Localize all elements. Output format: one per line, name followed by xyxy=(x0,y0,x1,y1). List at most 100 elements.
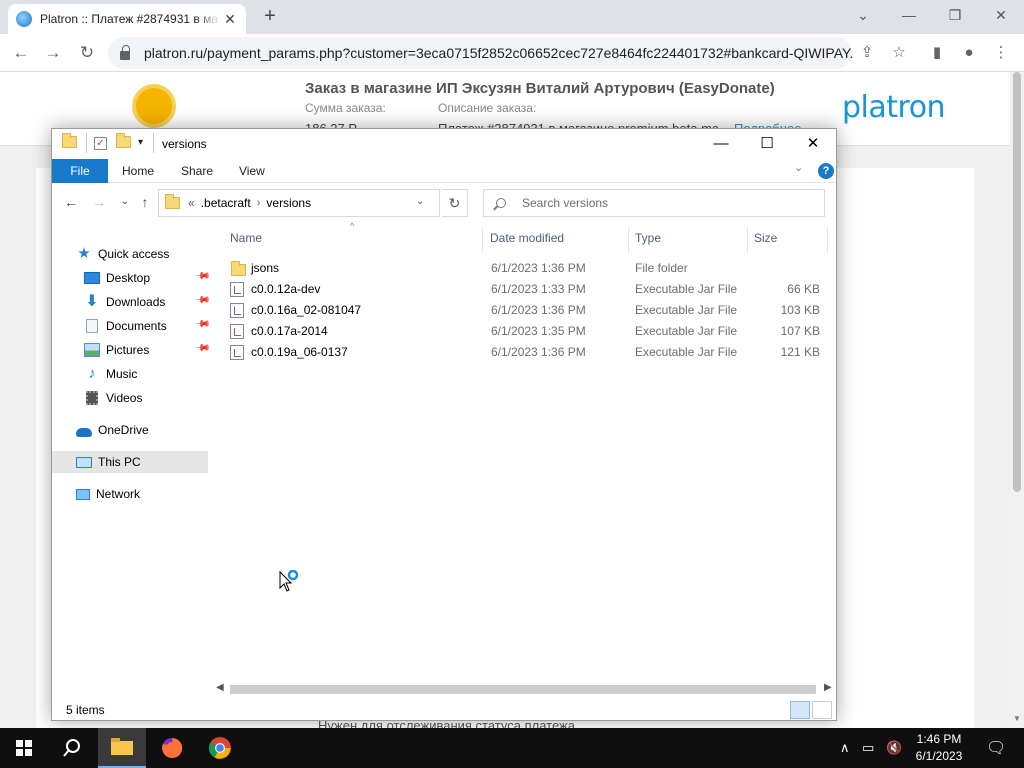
music-icon: ♪ xyxy=(88,365,96,382)
large-icons-view-icon[interactable] xyxy=(812,701,832,719)
nav-desktop[interactable]: Desktop xyxy=(84,267,150,289)
address-bar[interactable]: platron.ru/payment_params.php?customer=3… xyxy=(108,37,852,69)
column-separator[interactable] xyxy=(747,227,748,253)
tab-close-icon[interactable]: ✕ xyxy=(222,11,238,28)
nav-this-pc[interactable]: This PC xyxy=(52,451,208,473)
clock-date: 6/1/2023 xyxy=(915,749,963,763)
browser-close-button[interactable]: ✕ xyxy=(978,0,1024,30)
properties-icon[interactable]: ✓ xyxy=(94,137,107,150)
address-history-chevron-icon[interactable]: ⌄ xyxy=(416,196,424,207)
clock[interactable]: 1:46 PM 6/1/2023 xyxy=(904,731,974,765)
bookmark-star-icon[interactable]: ☆ xyxy=(886,40,912,66)
taskbar-firefox-icon[interactable] xyxy=(148,728,196,768)
scroll-left-arrow-icon[interactable]: ◀ xyxy=(216,682,224,693)
column-separator[interactable] xyxy=(628,227,629,253)
recent-locations-chevron-icon[interactable]: ⌄ xyxy=(116,193,134,211)
column-separator[interactable] xyxy=(482,227,483,253)
breadcrumb-betacraft[interactable]: .betacraft xyxy=(201,196,251,210)
scroll-down-arrow-icon[interactable]: ▼ xyxy=(1010,714,1024,723)
shop-logo-icon xyxy=(132,84,176,128)
new-folder-icon[interactable] xyxy=(116,133,131,150)
nav-pictures[interactable]: Pictures xyxy=(84,339,149,361)
network-tray-icon[interactable]: ▭ xyxy=(862,740,874,756)
menu-kebab-icon[interactable]: ⋮ xyxy=(988,40,1014,66)
search-input[interactable]: Search versions xyxy=(483,189,825,217)
up-arrow-icon[interactable]: ↑ xyxy=(136,193,154,211)
reload-icon[interactable]: ↻ xyxy=(74,40,100,66)
file-size: 107 KB xyxy=(780,324,820,338)
folder-icon xyxy=(62,133,77,150)
tab-search-button[interactable]: ⌄ xyxy=(840,0,886,30)
ribbon-tab-home[interactable]: Home xyxy=(122,159,154,183)
pin-icon[interactable]: 📌 xyxy=(194,340,211,357)
nav-music[interactable]: ♪ Music xyxy=(84,363,137,385)
forward-arrow-icon[interactable]: → xyxy=(40,40,66,66)
file-row[interactable]: c0.0.19a_06-0137 6/1/2023 1:36 PM Execut… xyxy=(224,341,824,362)
column-separator[interactable] xyxy=(827,227,828,253)
breadcrumb-overflow[interactable]: « xyxy=(188,196,195,210)
file-list: ^ Name Date modified Type Size jsons 6/1… xyxy=(224,221,836,681)
explorer-minimize-button[interactable]: — xyxy=(698,129,744,159)
ribbon-tab-share[interactable]: Share xyxy=(181,159,213,183)
column-header-name[interactable]: Name xyxy=(230,231,262,245)
explorer-back-icon[interactable]: ← xyxy=(62,193,80,211)
explorer-forward-icon[interactable]: → xyxy=(90,193,108,211)
item-count: 5 items xyxy=(66,703,105,717)
file-row[interactable]: c0.0.12a-dev 6/1/2023 1:33 PM Executable… xyxy=(224,278,824,299)
nav-label: Network xyxy=(96,487,141,501)
scroll-right-arrow-icon[interactable]: ▶ xyxy=(824,682,832,693)
nav-quick-access[interactable]: ★ Quick access xyxy=(76,243,169,265)
tray-overflow-chevron-icon[interactable]: ∧ xyxy=(840,740,850,756)
scrollbar-thumb[interactable] xyxy=(230,685,816,694)
quick-access-dropdown-icon[interactable]: ▾ xyxy=(138,137,143,148)
browser-tab[interactable]: Platron :: Платеж #2874931 в ма ✕ xyxy=(8,4,246,34)
nav-downloads[interactable]: ⬇ Downloads xyxy=(84,291,165,313)
profile-avatar-icon[interactable]: ● xyxy=(956,40,982,66)
browser-restore-button[interactable]: ❐ xyxy=(932,0,978,30)
column-header-date[interactable]: Date modified xyxy=(490,231,564,245)
side-panel-icon[interactable]: ▮ xyxy=(924,40,950,66)
taskbar-chrome-icon[interactable] xyxy=(196,728,244,768)
nav-videos[interactable]: Videos xyxy=(84,387,142,409)
start-windows-icon[interactable] xyxy=(0,728,48,768)
pin-icon[interactable]: 📌 xyxy=(194,316,211,333)
description-label: Описание заказа: xyxy=(438,101,537,115)
pin-icon[interactable]: 📌 xyxy=(194,268,211,285)
jar-file-icon xyxy=(230,324,244,339)
desktop-icon xyxy=(84,272,100,284)
page-scrollbar-thumb[interactable] xyxy=(1013,72,1021,492)
ribbon-tab-file[interactable]: File xyxy=(52,159,108,183)
new-tab-button[interactable]: + xyxy=(258,6,282,28)
volume-muted-icon[interactable]: 🔇 xyxy=(886,740,902,756)
folder-icon xyxy=(231,261,246,276)
file-name: c0.0.16a_02-081047 xyxy=(251,303,362,317)
ribbon-tab-view[interactable]: View xyxy=(239,159,265,183)
file-row[interactable]: c0.0.17a-2014 6/1/2023 1:35 PM Executabl… xyxy=(224,320,824,341)
help-icon[interactable]: ? xyxy=(818,163,834,179)
taskbar-file-explorer-icon[interactable] xyxy=(98,728,146,768)
back-arrow-icon[interactable]: ← xyxy=(8,40,34,66)
clock-time: 1:46 PM xyxy=(916,732,962,746)
browser-minimize-button[interactable]: — xyxy=(886,0,932,30)
column-header-size[interactable]: Size xyxy=(754,231,777,245)
nav-network[interactable]: Network xyxy=(76,483,140,505)
details-view-icon[interactable] xyxy=(790,701,810,719)
file-row[interactable]: c0.0.16a_02-081047 6/1/2023 1:36 PM Exec… xyxy=(224,299,824,320)
share-icon[interactable]: ⇪ xyxy=(854,40,880,66)
horizontal-scrollbar[interactable]: ◀ ▶ xyxy=(212,681,836,697)
ribbon-expand-chevron-icon[interactable]: ⌄ xyxy=(794,161,803,174)
pin-icon[interactable]: 📌 xyxy=(194,292,211,309)
network-icon xyxy=(76,488,90,500)
nav-documents[interactable]: Documents xyxy=(84,315,167,337)
taskbar-search-icon[interactable] xyxy=(48,728,96,768)
explorer-address-bar[interactable]: « .betacraft › versions xyxy=(158,189,440,217)
page-scrollbar[interactable]: ▼ xyxy=(1010,72,1024,728)
file-row-jsons[interactable]: jsons 6/1/2023 1:36 PM File folder xyxy=(224,257,824,278)
explorer-maximize-button[interactable]: ☐ xyxy=(744,129,790,159)
column-header-type[interactable]: Type xyxy=(635,231,661,245)
notifications-icon[interactable]: 🗨 xyxy=(986,738,1006,758)
explorer-close-button[interactable]: ✕ xyxy=(790,129,836,159)
breadcrumb-versions[interactable]: versions xyxy=(266,196,311,210)
explorer-refresh-button[interactable]: ↻ xyxy=(442,189,468,217)
nav-onedrive[interactable]: OneDrive xyxy=(76,419,149,441)
